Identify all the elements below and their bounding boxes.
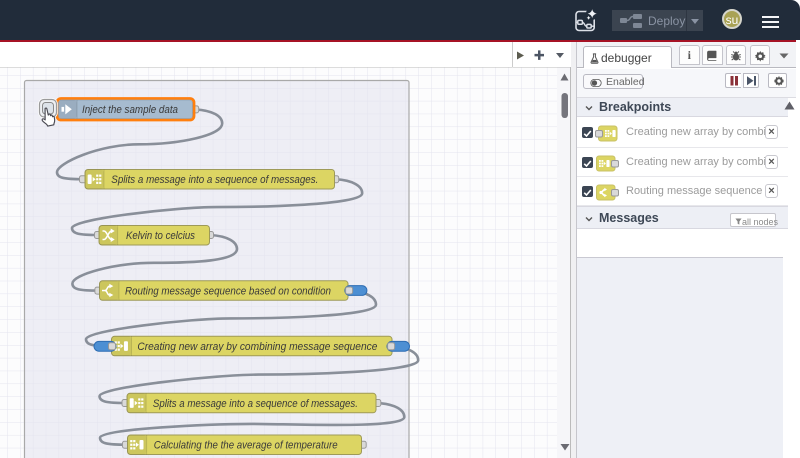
svg-text:Splits a message into a sequen: Splits a message into a sequence of mess… [153,398,358,410]
svg-text:Calculating the the average of: Calculating the the average of temperatu… [154,440,338,452]
svg-text:Splits a message into a sequen: Splits a message into a sequence of mess… [111,174,318,186]
svg-text:Routing message sequence based: Routing message sequence based on condit… [125,285,331,297]
svg-text:Inject the sample data: Inject the sample data [82,104,178,116]
svg-text:Kelvin to celcius: Kelvin to celcius [126,230,195,242]
svg-text:Creating new array by combinin: Creating new array by combining message … [137,341,377,353]
